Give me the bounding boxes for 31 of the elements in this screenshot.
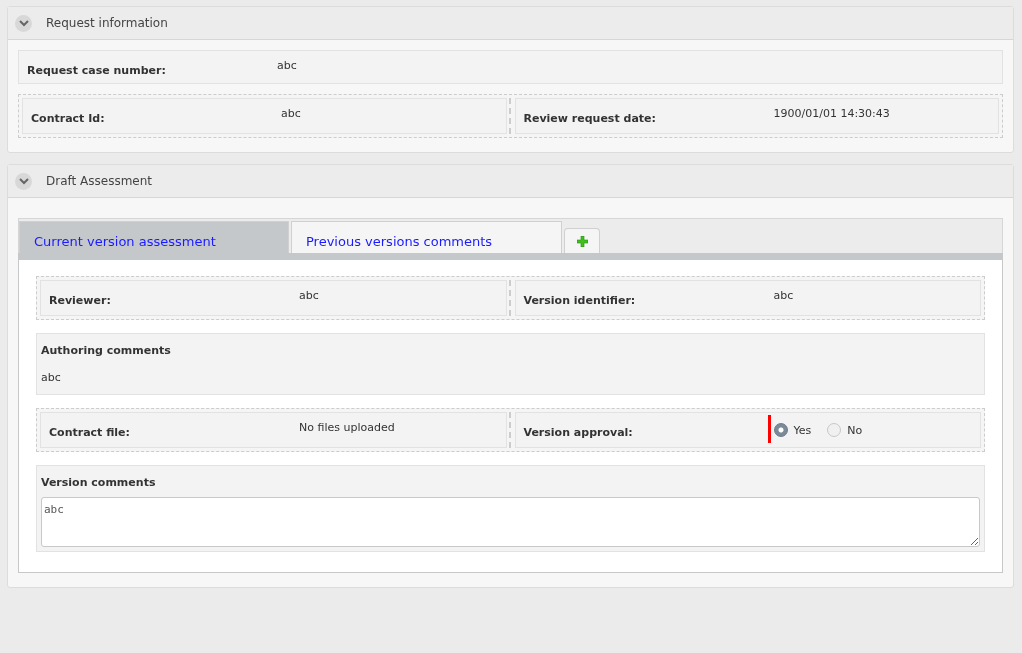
- field-label: Request case number:: [26, 63, 167, 77]
- field-label: Contract file:: [48, 425, 131, 439]
- plus-icon: [576, 235, 588, 247]
- field-label: Reviewer:: [48, 293, 112, 307]
- chevron-icon: [18, 177, 29, 185]
- comments-textarea[interactable]: abc: [41, 497, 980, 547]
- field-value: abc: [277, 58, 297, 72]
- field-label: Authoring comments: [41, 344, 172, 357]
- collapse-button[interactable]: [15, 14, 32, 32]
- field-value: No files uploaded: [299, 420, 395, 434]
- field-label: Review request date:: [522, 111, 657, 125]
- field-label: Version identifier:: [522, 293, 637, 307]
- chevron-icon: [18, 19, 29, 27]
- field-label: Version comments: [41, 476, 157, 489]
- field-value: 1900/01/01 14:30:43: [773, 106, 890, 120]
- field-value: abc: [41, 371, 62, 384]
- tab[interactable]: Previous versions comments: [291, 221, 562, 253]
- section-title: Request information: [46, 16, 168, 30]
- field-label: Contract Id:: [30, 111, 106, 125]
- field-label: Version approval:: [522, 425, 634, 439]
- radio-label: No: [847, 423, 863, 437]
- field-value: abc: [281, 106, 301, 120]
- field-value: abc: [773, 288, 794, 302]
- add-tab-button[interactable]: [564, 228, 600, 253]
- radio-label: Yes: [793, 423, 812, 437]
- radio-button[interactable]: [827, 423, 842, 437]
- radio-button[interactable]: [773, 423, 788, 437]
- tab[interactable]: Current version assessment: [19, 221, 289, 253]
- section-title: Draft Assessment: [46, 174, 153, 188]
- collapse-button[interactable]: [15, 172, 32, 190]
- field-value: abc: [299, 288, 319, 302]
